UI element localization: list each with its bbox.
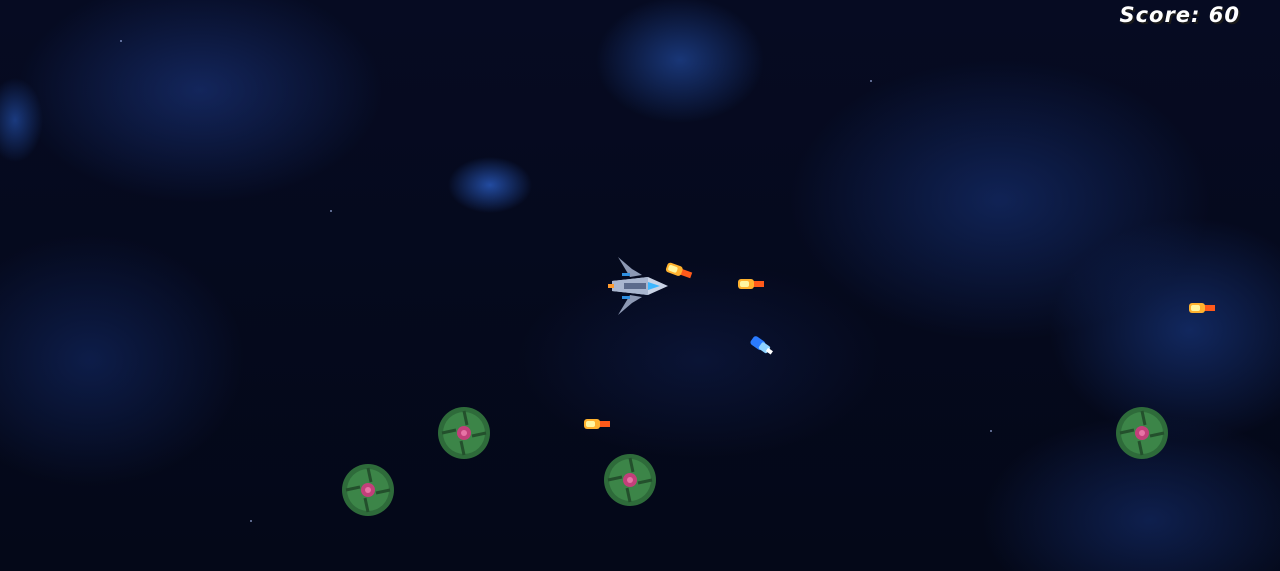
game-canvas[interactable]: Score: 60	[0, 0, 1280, 571]
score-display: Score: 60	[1119, 3, 1240, 27]
player-spaceship-icon	[608, 257, 668, 315]
star	[250, 520, 252, 522]
star	[120, 40, 122, 42]
star	[990, 430, 992, 432]
green-mine-icon[interactable]	[436, 405, 492, 461]
fire-bullet-icon	[584, 419, 610, 429]
green-mine-icon[interactable]	[1114, 405, 1170, 461]
green-mine-icon[interactable]	[602, 452, 658, 508]
green-mine-icon[interactable]	[340, 462, 396, 518]
blue-plasma-icon	[750, 336, 773, 355]
star	[330, 210, 332, 212]
fire-bullet-icon	[738, 279, 764, 289]
star	[870, 80, 872, 82]
fire-bullet-icon	[1189, 303, 1215, 313]
